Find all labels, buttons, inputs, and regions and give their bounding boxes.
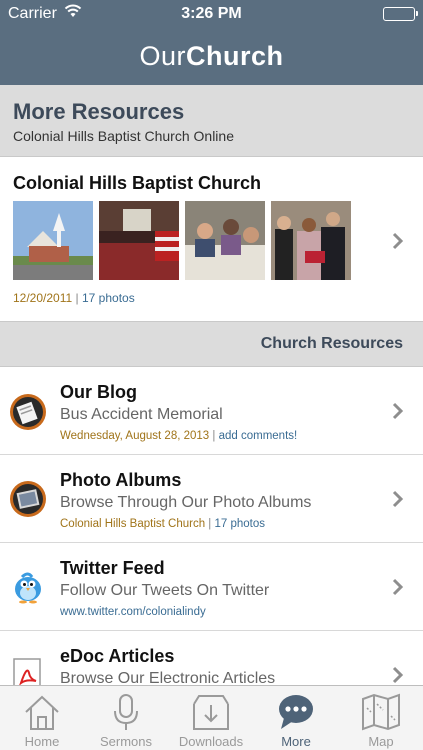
page-title: More Resources	[13, 99, 185, 124]
more-icon	[279, 695, 313, 729]
twitter-bird-icon	[8, 567, 48, 607]
page-subtitle: Colonial Hills Baptist Church Online	[13, 128, 234, 144]
tab-label: Map	[368, 734, 394, 749]
page-header: More Resources Colonial Hills Baptist Ch…	[0, 85, 423, 157]
photo-thumbnail[interactable]	[13, 201, 93, 280]
list-item-twitter[interactable]: Twitter Feed Follow Our Tweets On Twitte…	[0, 543, 423, 631]
tab-map[interactable]: Map	[339, 686, 423, 750]
download-icon	[193, 695, 229, 730]
album-date: 12/20/2011	[13, 291, 73, 305]
chevron-right-icon	[392, 490, 404, 508]
photo-frame-icon	[8, 479, 48, 519]
tab-sermons[interactable]: Sermons	[84, 686, 168, 750]
list-item-photo-albums[interactable]: Photo Albums Browse Through Our Photo Al…	[0, 455, 423, 543]
album-title: Colonial Hills Baptist Church	[13, 173, 262, 193]
list-item-blog[interactable]: Our Blog Bus Accident Memorial Wednesday…	[0, 367, 423, 455]
chevron-right-icon	[392, 578, 404, 596]
microphone-icon	[114, 694, 138, 730]
meta-separator: |	[212, 430, 216, 442]
list-item-subtitle: Follow Our Tweets On Twitter	[60, 582, 270, 599]
section-header: Church Resources	[0, 321, 423, 367]
chevron-right-icon	[392, 666, 404, 684]
tab-home[interactable]: Home	[0, 686, 84, 750]
album-photo-count: 17 photos	[81, 291, 135, 305]
status-time: 3:26 PM	[181, 5, 242, 22]
post-date: Wednesday, August 28, 2013	[60, 430, 210, 442]
tab-label: More	[281, 734, 311, 749]
album-name: Colonial Hills Baptist Church	[60, 518, 206, 530]
list-item-subtitle: Bus Accident Memorial	[60, 406, 223, 423]
photo-thumbnail[interactable]	[185, 201, 265, 280]
list-item-meta: www.twitter.com/colonialindy	[60, 606, 206, 618]
app-logo: OurChurch	[0, 28, 423, 85]
home-icon	[25, 695, 59, 730]
section-label: Church Resources	[260, 335, 403, 352]
tab-label: Downloads	[178, 734, 244, 749]
logo-text-light: Our	[139, 41, 186, 71]
map-icon	[362, 693, 400, 731]
list-item-subtitle: Browse Through Our Photo Albums	[60, 494, 312, 511]
twitter-link[interactable]: www.twitter.com/colonialindy	[60, 606, 206, 618]
tab-label: Sermons	[99, 734, 153, 749]
list-item-title: Twitter Feed	[60, 558, 165, 578]
chevron-right-icon	[392, 402, 404, 420]
logo-text-bold: Church	[186, 41, 284, 71]
notepad-icon	[8, 392, 48, 432]
list-item-meta: Wednesday, August 28, 2013 | add comment…	[60, 430, 297, 442]
tab-more[interactable]: More	[254, 686, 338, 750]
list-item-title: eDoc Articles	[60, 646, 175, 666]
photo-count: 17 photos	[214, 518, 266, 530]
comments-link[interactable]: add comments!	[219, 430, 298, 442]
photo-thumbnail[interactable]	[99, 201, 179, 280]
status-bar: Carrier 3:26 PM	[0, 0, 423, 28]
list-item-title: Photo Albums	[60, 470, 182, 490]
list-item-meta: Colonial Hills Baptist Church | 17 photo…	[60, 518, 265, 530]
album-meta-separator: |	[75, 291, 79, 305]
chevron-right-icon	[392, 232, 404, 250]
album-meta: 12/20/2011 | 17 photos	[13, 291, 135, 305]
list-item-title: Our Blog	[60, 382, 137, 402]
tab-label: Home	[24, 734, 60, 749]
meta-separator: |	[208, 518, 212, 530]
photo-thumbnail[interactable]	[271, 201, 351, 280]
tab-downloads[interactable]: Downloads	[169, 686, 253, 750]
battery-icon	[383, 7, 418, 21]
tab-bar: Home Sermons Downloads More Map	[0, 685, 423, 750]
